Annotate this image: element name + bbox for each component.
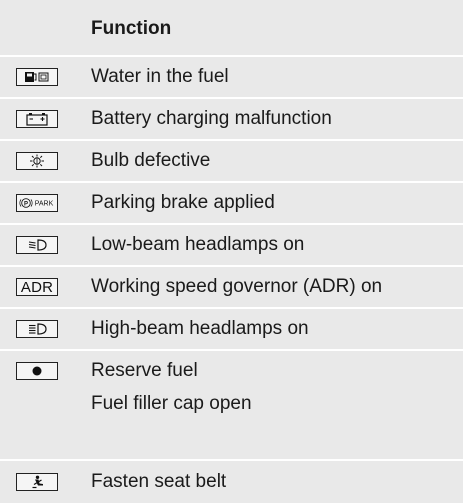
seat-belt-icon bbox=[16, 473, 58, 491]
low-beam-icon bbox=[16, 236, 58, 254]
table-row: Low-beam headlamps on bbox=[0, 225, 463, 265]
function-table: Function Water in the fuel Battery charg… bbox=[0, 0, 463, 503]
function-text: High-beam headlamps on bbox=[91, 318, 309, 339]
function-text: Battery charging malfunction bbox=[91, 108, 332, 129]
water-in-fuel-icon bbox=[16, 68, 58, 86]
function-text: Water in the fuel bbox=[91, 66, 229, 87]
table-header-row: Function bbox=[0, 0, 463, 55]
header-icon-cell bbox=[0, 0, 78, 55]
parking-brake-icon: P PARK bbox=[16, 194, 58, 212]
table-row: Reserve fuel Fuel filler cap open bbox=[0, 351, 463, 459]
table-row: Bulb defective bbox=[0, 141, 463, 181]
column-header-function: Function bbox=[91, 18, 172, 39]
table-row: High-beam headlamps on bbox=[0, 309, 463, 349]
function-text: Reserve fuel bbox=[91, 360, 198, 381]
high-beam-icon bbox=[16, 320, 58, 338]
function-text: Parking brake applied bbox=[91, 192, 275, 213]
table-row: Water in the fuel bbox=[0, 57, 463, 97]
reserve-fuel-dot-icon bbox=[16, 362, 58, 380]
adr-icon: ADR bbox=[16, 278, 58, 296]
table-row: P PARK Parking brake applied bbox=[0, 183, 463, 223]
svg-text:P: P bbox=[24, 201, 28, 207]
function-text: Low-beam headlamps on bbox=[91, 234, 305, 255]
table-row: ADR Working speed governor (ADR) on bbox=[0, 267, 463, 307]
table-row: Fasten seat belt bbox=[0, 461, 463, 503]
function-text: Fasten seat belt bbox=[91, 471, 227, 492]
battery-icon bbox=[16, 110, 58, 128]
table-row: Battery charging malfunction bbox=[0, 99, 463, 139]
function-text: Fuel filler cap open bbox=[91, 393, 252, 414]
adr-icon-label: ADR bbox=[20, 278, 54, 296]
function-text: Bulb defective bbox=[91, 150, 211, 171]
park-icon-label: PARK bbox=[35, 201, 54, 208]
header-function-cell: Function bbox=[80, 0, 463, 55]
function-text: Working speed governor (ADR) on bbox=[91, 276, 383, 297]
bulb-defective-icon bbox=[16, 152, 58, 170]
